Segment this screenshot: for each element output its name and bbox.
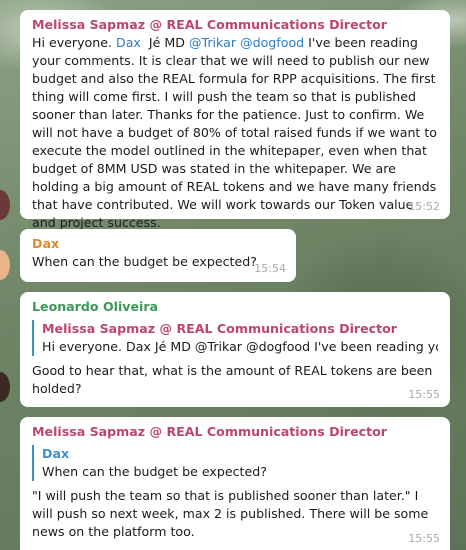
message-text: "I will push the team so that is publish… bbox=[32, 488, 433, 539]
message-bubble[interactable]: Melissa Sapmaz @ REAL Communications Dir… bbox=[20, 10, 450, 230]
message-text: When can the budget be expected? bbox=[32, 254, 257, 269]
message-bubble[interactable]: Leonardo Oliveira Melissa Sapmaz @ REAL … bbox=[20, 292, 450, 407]
reply-author: Melissa Sapmaz @ REAL Communications Dir… bbox=[42, 321, 397, 336]
reply-preview[interactable]: Dax When can the budget be expected? bbox=[32, 445, 438, 481]
message-sender[interactable]: Leonardo Oliveira bbox=[32, 298, 438, 316]
message-sender[interactable]: Melissa Sapmaz @ REAL Communications Dir… bbox=[32, 423, 438, 441]
message-bubble[interactable]: Melissa Sapmaz @ REAL Communications Dir… bbox=[20, 417, 450, 550]
mention-dax[interactable]: Dax bbox=[116, 35, 141, 50]
message-bubble[interactable]: Dax When can the budget be expected? 15:… bbox=[20, 229, 296, 282]
mention-trikar[interactable]: @Trikar bbox=[189, 35, 236, 50]
reply-preview[interactable]: Melissa Sapmaz @ REAL Communications Dir… bbox=[32, 320, 438, 356]
mention-dogfood[interactable]: @dogfood bbox=[240, 35, 304, 50]
reply-author: Dax bbox=[42, 446, 70, 461]
message-sender[interactable]: Dax bbox=[32, 235, 284, 253]
reply-text: When can the budget be expected? bbox=[42, 464, 267, 479]
message-text: Good to hear that, what is the amount of… bbox=[32, 363, 437, 396]
message-time: 15:54 bbox=[254, 262, 286, 275]
message-time: 15:55 bbox=[408, 532, 440, 545]
message-sender[interactable]: Melissa Sapmaz @ REAL Communications Dir… bbox=[32, 16, 438, 34]
message-text: Hi everyone. Dax Jé MD @Trikar @dogfood … bbox=[32, 35, 442, 230]
message-time: 15:55 bbox=[408, 388, 440, 401]
message-time: 15:52 bbox=[408, 200, 440, 213]
reply-text: Hi everyone. Dax Jé MD @Trikar @dogfood … bbox=[42, 339, 438, 354]
